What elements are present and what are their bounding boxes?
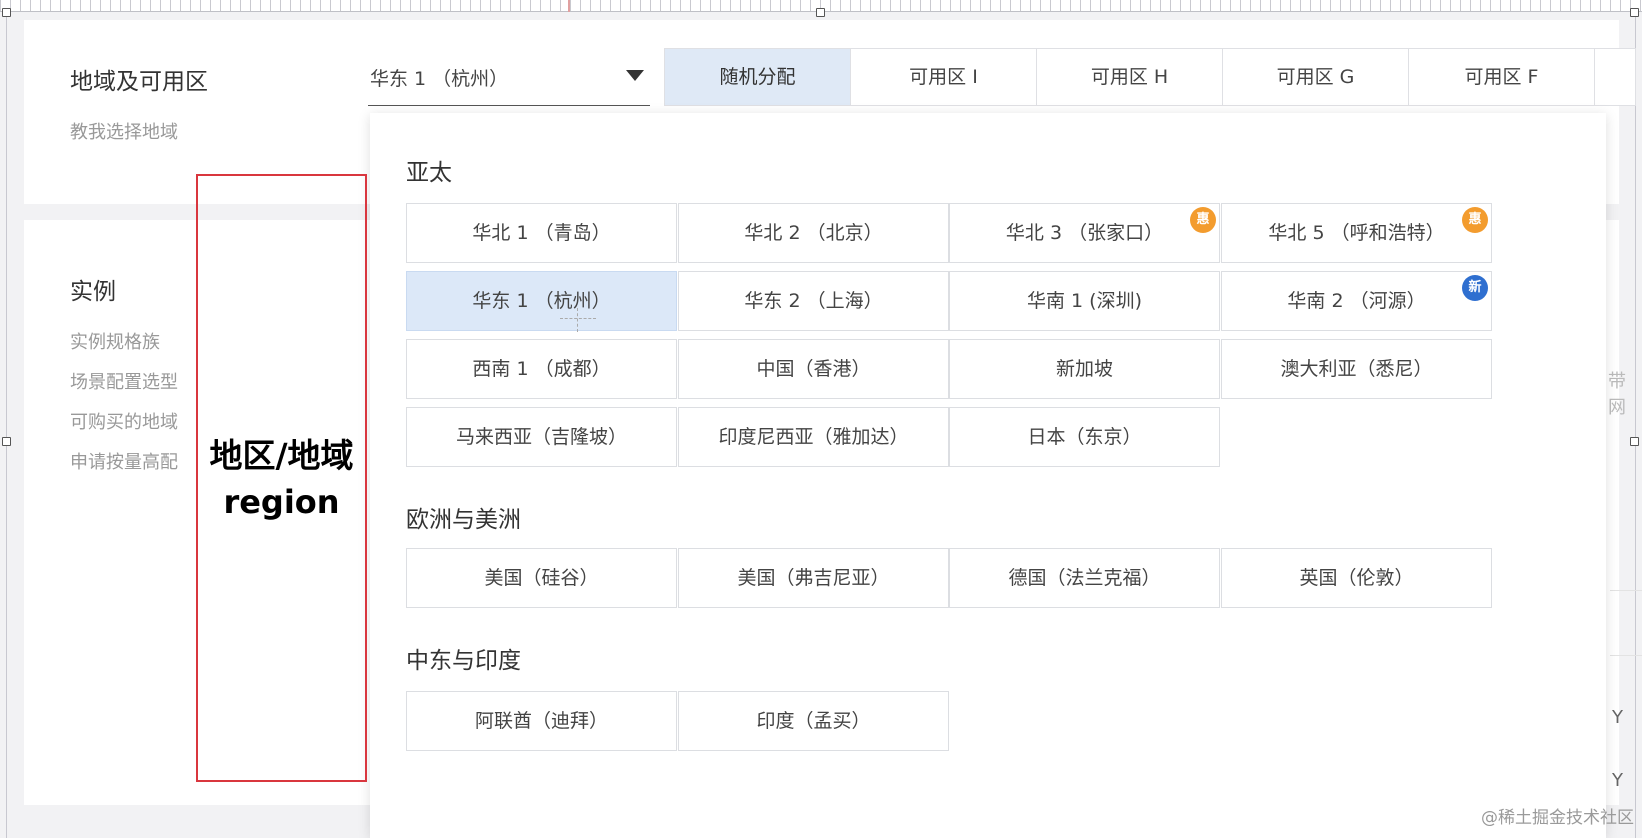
region-option[interactable]: 英国（伦敦） [1221,548,1492,608]
canvas-frame-right [1635,12,1636,838]
resize-handle-middle-left[interactable] [2,437,11,446]
annotation-line-2: region [223,483,340,521]
region-option[interactable]: 阿联酋（迪拜） [406,691,677,751]
region-section-title: 地域及可用区 [70,69,208,95]
annotation-line-1: 地区/地域 [209,436,354,475]
zone-tab-overflow[interactable] [1595,49,1635,105]
region-option-label: 华北 2 （北京） [744,222,883,244]
instance-section-title: 实例 [70,279,116,305]
zone-tab-f[interactable]: 可用区 F [1409,49,1595,105]
canvas-frame-left [6,12,7,838]
region-option-label: 中国（香港） [756,358,871,380]
region-option-label: 印度（孟买） [756,710,871,732]
region-option[interactable]: 华东 2 （上海） [678,271,949,331]
zone-tab-i[interactable]: 可用区 I [851,49,1037,105]
background-fragment: Y [1612,707,1623,728]
background-divider [1610,590,1642,591]
annotation-label: 地区/地域 region [196,432,367,526]
region-option-label: 华东 1 （杭州） [472,290,611,312]
region-option-label: 华南 2 （河源） [1287,290,1426,312]
region-option[interactable]: 印度（孟买） [678,691,949,751]
region-option[interactable]: 新加坡 [949,339,1220,399]
instance-link-family[interactable]: 实例规格族 [70,328,160,354]
zone-tab-g[interactable]: 可用区 G [1223,49,1409,105]
region-option[interactable]: 美国（弗吉尼亚） [678,548,949,608]
region-option[interactable]: 日本（东京） [949,407,1220,467]
region-group-title: 亚太 [406,160,452,186]
resize-handle-middle-right[interactable] [1630,437,1639,446]
region-option[interactable]: 马来西亚（吉隆坡） [406,407,677,467]
region-option-label: 华北 1 （青岛） [472,222,611,244]
region-option-selected[interactable]: 华东 1 （杭州） [406,271,677,332]
region-option-label: 印度尼西亚（雅加达） [718,426,909,448]
instance-link-apply[interactable]: 申请按量高配 [70,448,178,474]
region-option[interactable]: 华北 2 （北京） [678,203,949,263]
region-option-label: 新加坡 [1055,358,1113,380]
caret-down-icon [626,70,644,81]
background-fragment: Y [1612,770,1623,791]
region-option-label: 美国（弗吉尼亚） [737,567,890,589]
zone-tab-h[interactable]: 可用区 H [1037,49,1223,105]
region-option[interactable]: 华南 2 （河源） 新 [1221,271,1492,331]
region-option-label: 华北 5 （呼和浩特） [1268,222,1445,244]
discount-badge: 惠 [1462,207,1488,233]
region-option[interactable]: 德国（法兰克福） [949,548,1220,608]
region-group-title: 欧洲与美洲 [406,507,521,533]
zone-tab-random[interactable]: 随机分配 [665,49,851,105]
region-option-label: 华北 3 （张家口） [1005,222,1164,244]
region-help-link[interactable]: 教我选择地域 [70,118,178,144]
discount-badge: 惠 [1190,207,1216,233]
text-cursor-icon [560,308,596,332]
region-group-title: 中东与印度 [406,648,521,674]
region-dropdown: 亚太 华北 1 （青岛） 华北 2 （北京） 华北 3 （张家口）惠华北 5 （呼和浩… [370,113,1606,838]
new-badge: 新 [1462,275,1488,301]
region-option-label: 德国（法兰克福） [1008,567,1161,589]
region-option-label: 阿联酋（迪拜） [474,710,608,732]
region-option-label: 澳大利亚（悉尼） [1280,358,1433,380]
region-option[interactable]: 华北 3 （张家口） 惠 [949,203,1220,263]
region-option[interactable]: 华南 1 (深圳) [949,271,1220,331]
region-option-label: 西南 1 （成都） [472,358,611,380]
region-option[interactable]: 美国（硅谷） [406,548,677,608]
resize-handle-top-middle[interactable] [816,8,825,17]
region-option[interactable]: 印度尼西亚（雅加达） [678,407,949,467]
region-select-value: 华东 1 （杭州） [370,68,509,90]
region-select[interactable]: 华东 1 （杭州） [368,58,650,106]
zone-tabs: 随机分配 可用区 I 可用区 H 可用区 G 可用区 F [664,48,1636,106]
instance-link-regions[interactable]: 可购买的地域 [70,408,178,434]
region-option-label: 英国（伦敦） [1299,567,1414,589]
region-option[interactable]: 华北 1 （青岛） [406,203,677,263]
region-option-label: 华南 1 (深圳) [1027,290,1142,312]
region-option[interactable]: 澳大利亚（悉尼） [1221,339,1492,399]
watermark: @稀土掘金技术社区 [1481,808,1634,828]
region-option[interactable]: 中国（香港） [678,339,949,399]
region-option-label: 华东 2 （上海） [744,290,883,312]
background-fragment: 带网 [1608,371,1626,418]
region-option[interactable]: 西南 1 （成都） [406,339,677,399]
region-option-label: 日本（东京） [1027,426,1142,448]
background-divider [1610,655,1642,656]
region-option[interactable]: 华北 5 （呼和浩特） 惠 [1221,203,1492,263]
ruler-position-marker [568,0,570,12]
resize-handle-top-left[interactable] [2,8,11,17]
region-option-label: 美国（硅谷） [484,567,599,589]
instance-link-scenario[interactable]: 场景配置选型 [70,368,178,394]
region-option-label: 马来西亚（吉隆坡） [455,426,627,448]
resize-handle-top-right[interactable] [1630,8,1639,17]
